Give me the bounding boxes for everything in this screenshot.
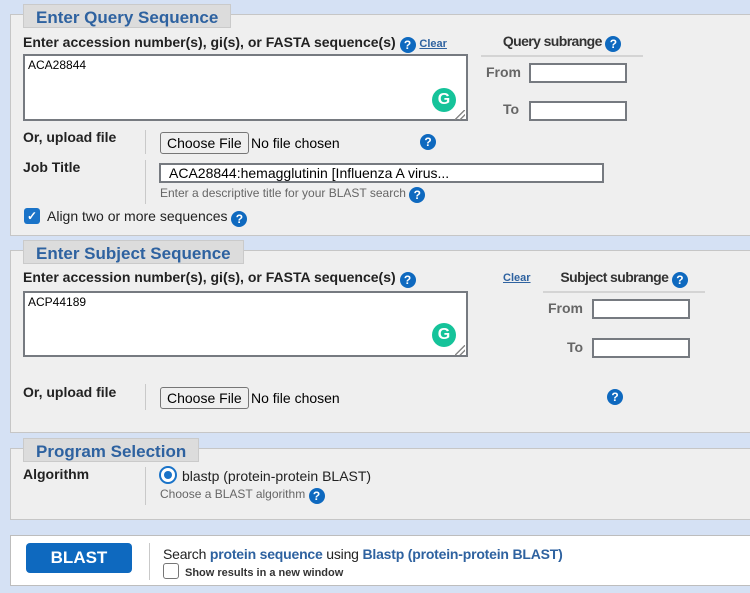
query-legend: Enter Query Sequence [23,4,232,28]
divider [145,384,146,410]
new-window-label: Show results in a new window [185,567,344,579]
help-icon[interactable]: ? [399,272,416,288]
blastp-radio[interactable] [159,466,177,484]
resize-grip-icon[interactable] [455,345,465,355]
divider [145,130,146,154]
program-legend: Program Selection [23,438,200,462]
subject-no-file-text: No file chosen [251,390,340,406]
help-icon[interactable]: ? [409,187,426,203]
subject-upload-label: Or, upload file [23,384,117,400]
subject-legend: Enter Subject Sequence [23,240,244,264]
query-accession-label: Enter accession number(s), gi(s), or FAS… [23,34,447,53]
blastp-option-label[interactable]: blastp (protein-protein BLAST) [182,468,371,484]
algorithm-hint: Choose a BLAST algorithm ? [160,487,325,504]
query-subrange-title: Query subrange ? [481,33,643,57]
divider [145,467,146,505]
align-sequences-checkbox[interactable]: ✓ [24,208,40,224]
query-to-label: To [503,101,520,117]
subject-from-input[interactable] [592,299,690,319]
query-from-input[interactable] [529,63,627,83]
help-icon[interactable]: ? [671,272,688,288]
query-no-file-text: No file chosen [251,135,340,151]
subject-sequence-input[interactable]: ACP44189 [23,291,468,357]
subject-clear-link[interactable]: Clear [503,272,531,284]
grammarly-icon[interactable]: G [432,88,456,112]
query-choose-file-button[interactable]: Choose File [160,132,249,154]
new-window-checkbox[interactable] [163,563,179,579]
query-clear-link[interactable]: Clear [419,38,447,50]
job-title-label: Job Title [23,159,81,175]
help-icon[interactable]: ? [420,134,436,150]
help-icon[interactable]: ? [399,37,416,53]
divider [145,160,146,204]
blast-button[interactable]: BLAST [26,543,132,573]
grammarly-icon[interactable]: G [432,323,456,347]
query-to-input[interactable] [529,101,627,121]
subject-to-input[interactable] [592,338,690,358]
divider [149,543,150,580]
query-from-label: From [486,64,521,80]
resize-grip-icon[interactable] [455,110,465,120]
help-icon[interactable]: ? [231,211,248,227]
subject-choose-file-button[interactable]: Choose File [160,387,249,409]
algorithm-label: Algorithm [23,466,90,482]
subject-accession-label: Enter accession number(s), gi(s), or FAS… [23,269,416,288]
help-icon[interactable]: ? [607,389,623,405]
search-summary: Search protein sequence using Blastp (pr… [163,546,563,562]
help-icon[interactable]: ? [605,36,622,52]
job-title-hint: Enter a descriptive title for your BLAST… [160,186,426,203]
job-title-input[interactable]: ACA28844:hemagglutinin [Influenza A viru… [159,163,604,183]
subject-to-label: To [567,339,584,355]
query-sequence-input[interactable]: ACA28844 [23,54,468,121]
align-sequences-label: Align two or more sequences ? [47,208,248,227]
help-icon[interactable]: ? [308,488,325,504]
subject-subrange-title: Subject subrange ? [543,269,705,293]
query-upload-label: Or, upload file [23,129,117,145]
subject-from-label: From [548,300,583,316]
